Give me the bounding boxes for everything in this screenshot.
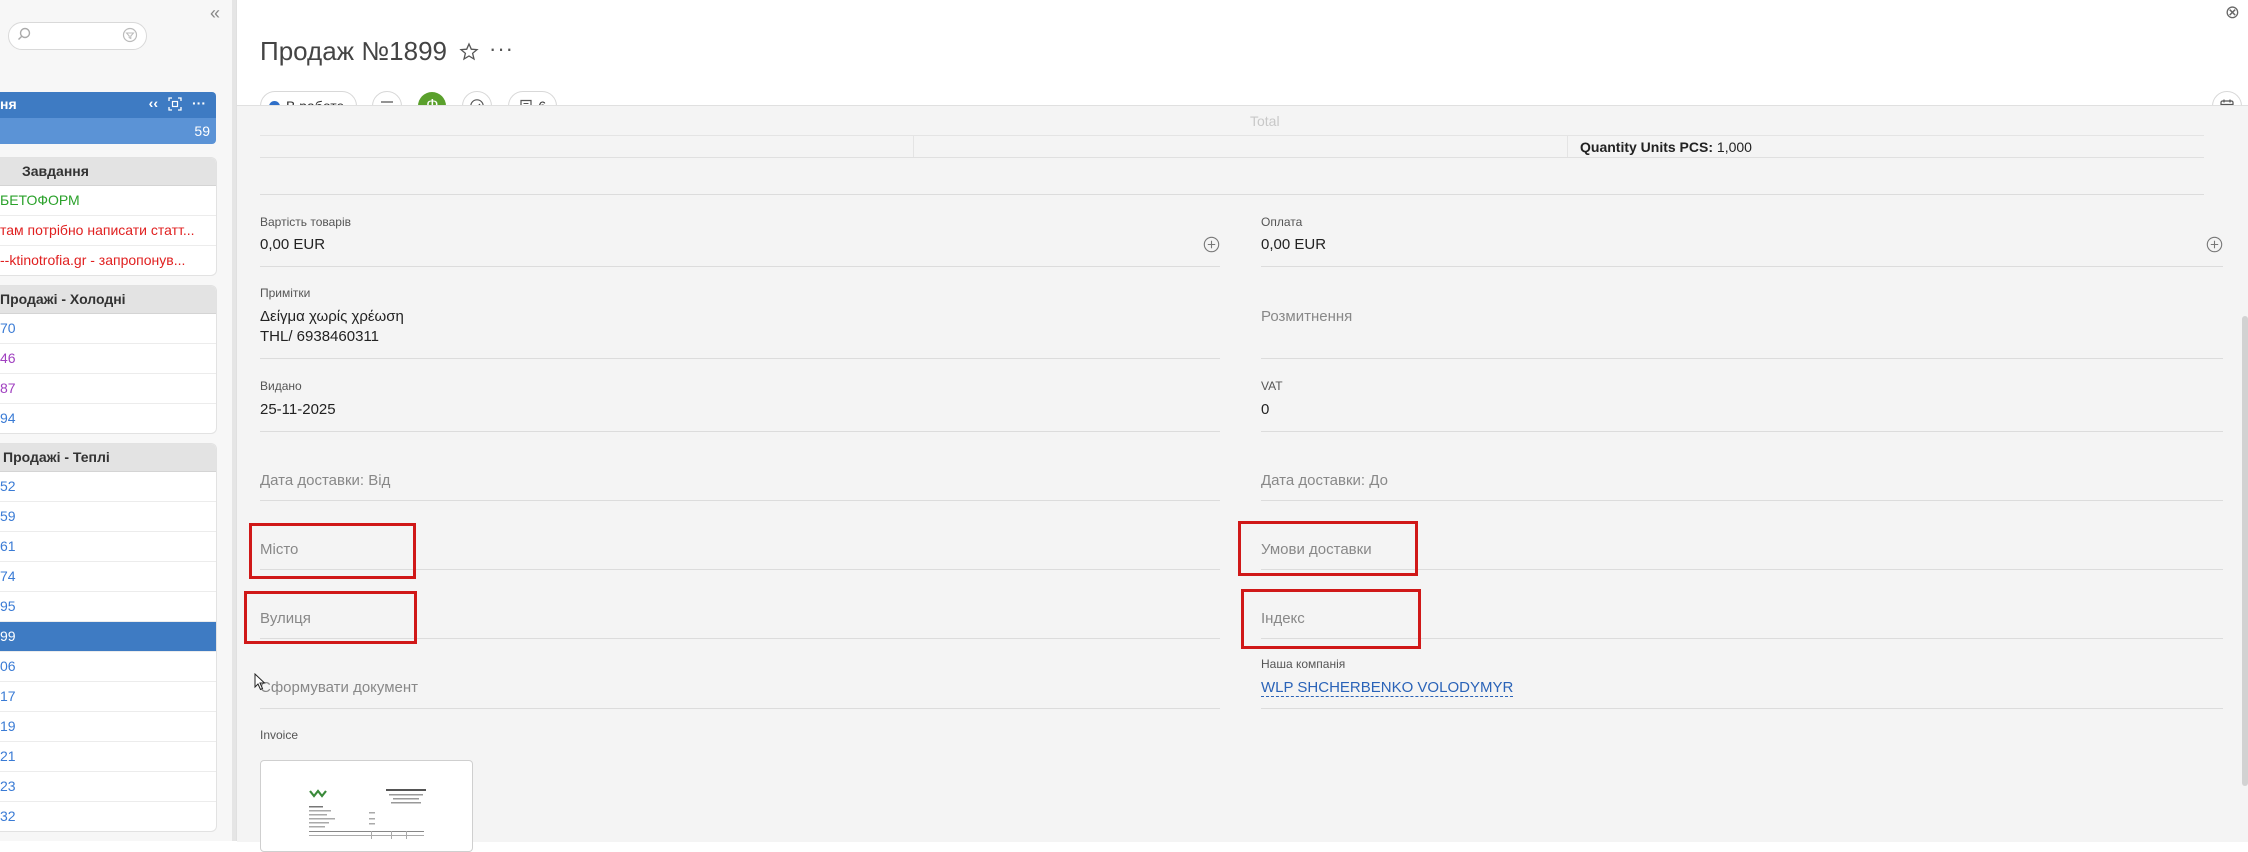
list-item[interactable]: 94 <box>0 404 216 433</box>
close-icon[interactable]: ⊗ <box>2225 2 2240 23</box>
list-item[interactable]: 61 <box>0 532 216 562</box>
highlight-box-delivery-terms <box>1238 521 1418 576</box>
our-company-link[interactable]: WLP SHCHERBENKO VOLODYMYR <box>1261 679 1514 697</box>
sidebar: « ня ‹‹ ··· 59 Завдання БЕТОФОРМ там пот… <box>0 0 237 841</box>
panel-title: ня <box>0 96 17 112</box>
our-company-label: Наша компанія <box>1261 657 1346 671</box>
sidebar-scrollbar[interactable] <box>232 0 236 841</box>
list-item[interactable]: 59 <box>0 502 216 532</box>
list-item[interactable]: 23 <box>0 772 216 802</box>
list-item[interactable]: 32 <box>0 802 216 831</box>
expand-icon[interactable] <box>168 97 182 111</box>
quantity-label: Quantity Units PCS: <box>1580 139 1714 155</box>
generate-document-field[interactable]: Сформувати документ <box>260 679 418 696</box>
list-item[interactable]: 70 <box>0 314 216 344</box>
double-chevron-left-icon[interactable]: « <box>210 3 220 24</box>
quantity-summary: Quantity Units PCS: 1,000 <box>1580 139 1752 155</box>
deal-card: ⊗ Продаж №1899 ··· В работе Ф 6 Total <box>237 0 2248 852</box>
notes-line-2[interactable]: THL/ 6938460311 <box>260 328 379 345</box>
goods-cost-value[interactable]: 0,00 EUR <box>260 236 325 253</box>
notes-line-1[interactable]: Δείγμα χωρίς χρέωση <box>260 308 404 325</box>
more-actions-icon[interactable]: ··· <box>489 38 514 60</box>
sales-panel: ня ‹‹ ··· 59 <box>0 92 216 145</box>
highlight-box-city <box>249 523 416 579</box>
form-area: Total Quantity Units PCS: 1,000 Вартість… <box>237 105 2248 842</box>
delivery-date-from-field[interactable]: Дата доставки: Від <box>260 472 390 489</box>
form-scrollbar[interactable] <box>2242 316 2248 786</box>
list-item[interactable]: 19 <box>0 712 216 742</box>
clearance-field[interactable]: Розмитнення <box>1261 308 1352 325</box>
document-preview-icon <box>309 789 426 839</box>
group-sales-cold: Продажі - Холодні 70 46 87 94 <box>0 285 217 434</box>
quantity-value: 1,000 <box>1716 139 1752 155</box>
mouse-pointer-icon <box>254 673 266 691</box>
payment-label: Оплата <box>1261 215 1303 229</box>
delivery-date-to-field[interactable]: Дата доставки: До <box>1261 472 1388 489</box>
issued-label: Видано <box>260 379 302 393</box>
list-item[interactable]: 46 <box>0 344 216 374</box>
group-title: Продажі - Теплі <box>0 444 216 472</box>
list-item[interactable]: --ktinotrofia.gr - запропонув... <box>0 246 216 275</box>
add-circle-icon[interactable] <box>2206 236 2223 253</box>
table-total-header: Total <box>1250 113 1280 129</box>
list-item[interactable]: 95 <box>0 592 216 622</box>
highlight-box-postcode <box>1241 589 1421 649</box>
list-item[interactable]: 17 <box>0 682 216 712</box>
search-icon <box>18 27 31 40</box>
list-item[interactable]: 87 <box>0 374 216 404</box>
more-icon[interactable]: ··· <box>192 95 206 111</box>
list-item[interactable]: 52 <box>0 472 216 502</box>
vat-value[interactable]: 0 <box>1261 401 1269 418</box>
group-title: Завдання <box>0 158 216 186</box>
invoice-thumbnail[interactable] <box>260 760 473 852</box>
group-tasks: Завдання БЕТОФОРМ там потрібно написати … <box>0 157 217 276</box>
group-title: Продажі - Холодні <box>0 286 216 314</box>
add-circle-icon[interactable] <box>1203 236 1220 253</box>
panel-header: ня ‹‹ ··· <box>0 92 216 118</box>
issued-value[interactable]: 25-11-2025 <box>260 401 336 418</box>
products-table: Total Quantity Units PCS: 1,000 <box>260 106 2204 162</box>
filter-icon[interactable] <box>122 27 138 43</box>
group-sales-warm: Продажі - Теплі 52 59 61 74 95 99 06 17 … <box>0 443 217 832</box>
list-item-active[interactable]: 99 <box>0 622 216 652</box>
notes-label: Примітки <box>260 286 311 300</box>
list-item[interactable]: 06 <box>0 652 216 682</box>
panel-count: 59 <box>0 118 216 144</box>
list-item[interactable]: там потрібно написати статт... <box>0 216 216 246</box>
vat-label: VAT <box>1261 379 1283 393</box>
star-icon[interactable] <box>459 42 479 62</box>
payment-value[interactable]: 0,00 EUR <box>1261 236 1326 253</box>
collapse-left-icon[interactable]: ‹‹ <box>149 95 158 111</box>
page-title: Продаж №1899 <box>260 36 448 66</box>
invoice-label: Invoice <box>260 728 299 742</box>
sidebar-search-input[interactable] <box>8 22 147 50</box>
list-item[interactable]: БЕТОФОРМ <box>0 186 216 216</box>
highlight-box-street <box>244 591 417 644</box>
list-item[interactable]: 21 <box>0 742 216 772</box>
goods-cost-label: Вартість товарів <box>260 215 351 229</box>
list-item[interactable]: 74 <box>0 562 216 592</box>
